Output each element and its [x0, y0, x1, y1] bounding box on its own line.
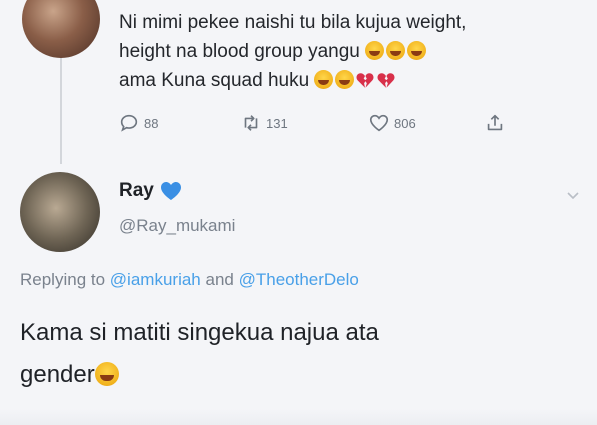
parent-tweet-line-1: Ni mimi pekee naishi tu bila kujua weigh…: [119, 12, 467, 33]
parent-author-avatar[interactable]: [22, 0, 100, 58]
broken-heart-emoji: [356, 73, 374, 88]
joy-emoji: [94, 362, 119, 386]
reply-author-avatar[interactable]: [20, 172, 100, 252]
reply-author-name-row: Ray: [119, 180, 182, 202]
mention-link[interactable]: @iamkuriah: [110, 270, 201, 289]
parent-tweet-actions: 88 131 806: [118, 112, 518, 136]
author-handle[interactable]: @Ray_mukami: [119, 216, 235, 236]
reply-icon: [120, 114, 138, 132]
bottom-fade: [0, 409, 597, 425]
author-name[interactable]: Ray: [119, 180, 154, 202]
retweet-count: 131: [266, 115, 288, 131]
heart-icon: [369, 114, 389, 132]
joy-emoji: [335, 70, 355, 89]
blue-heart-icon: [160, 182, 181, 200]
joy-emoji: [365, 41, 385, 60]
replying-to-line: Replying to @iamkuriah and @TheotherDelo: [20, 270, 359, 289]
share-icon: [487, 114, 503, 131]
reply-text-line-2: gender: [20, 354, 580, 396]
like-button[interactable]: 806: [368, 112, 416, 134]
parent-tweet-line-3: ama Kuna squad huku: [119, 66, 589, 95]
joy-emoji: [407, 41, 427, 60]
like-count: 806: [394, 115, 416, 131]
reply-button[interactable]: 88: [118, 112, 158, 134]
reply-count: 88: [144, 115, 159, 131]
chevron-down-icon[interactable]: [564, 186, 582, 204]
mention-link[interactable]: @TheotherDelo: [239, 270, 359, 289]
joy-emoji: [386, 41, 406, 60]
parent-tweet-line-2: height na blood group yangu: [119, 37, 589, 66]
retweet-icon: [244, 115, 258, 131]
joy-emoji: [314, 70, 334, 89]
retweet-button[interactable]: 131: [240, 112, 288, 134]
share-button[interactable]: [484, 112, 506, 134]
parent-tweet-text: Ni mimi pekee naishi tu bila kujua weigh…: [119, 8, 589, 95]
broken-heart-emoji: [377, 73, 395, 88]
reply-tweet-text: Kama si matiti singekua najua ata gender: [20, 312, 580, 396]
reply-text-line-1: Kama si matiti singekua najua ata: [20, 319, 379, 346]
thread-connector-line: [60, 56, 62, 164]
